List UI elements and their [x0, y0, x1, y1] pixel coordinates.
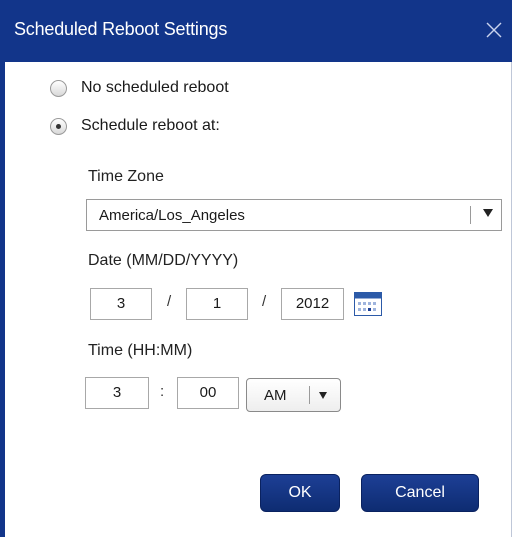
date-year-input[interactable]: 2012	[281, 288, 344, 320]
calendar-button[interactable]	[354, 292, 382, 316]
close-button[interactable]	[476, 12, 512, 48]
radio-label-schedule: Schedule reboot at:	[81, 117, 220, 134]
select-divider	[470, 206, 471, 224]
time-hour-input[interactable]: 3	[85, 377, 149, 409]
time-minute-input[interactable]: 00	[177, 377, 239, 409]
radio-button-schedule[interactable]	[50, 117, 67, 135]
dialog-titlebar: Scheduled Reboot Settings	[0, 0, 512, 62]
radio-schedule-reboot[interactable]: Schedule reboot at:	[50, 115, 220, 137]
time-label: Time (HH:MM)	[88, 342, 193, 359]
close-icon	[486, 22, 502, 38]
date-day-input[interactable]: 1	[186, 288, 248, 320]
time-separator: :	[160, 383, 165, 400]
radio-no-scheduled-reboot[interactable]: No scheduled reboot	[50, 77, 229, 99]
date-label: Date (MM/DD/YYYY)	[88, 252, 239, 269]
chevron-down-icon	[483, 209, 493, 217]
date-separator: /	[167, 293, 172, 310]
select-divider	[309, 386, 310, 404]
calendar-icon	[354, 292, 382, 316]
timezone-value: America/Los_Angeles	[99, 207, 245, 224]
radio-button-no-reboot[interactable]	[50, 79, 67, 97]
cancel-button[interactable]: Cancel	[361, 474, 479, 512]
date-month-input[interactable]: 3	[90, 288, 152, 320]
date-separator: /	[262, 293, 267, 310]
scheduled-reboot-dialog: Scheduled Reboot Settings No scheduled r…	[0, 0, 512, 537]
dialog-left-border	[0, 62, 5, 537]
ampm-value: AM	[264, 387, 287, 404]
dialog-title: Scheduled Reboot Settings	[14, 19, 228, 39]
ok-button[interactable]: OK	[260, 474, 340, 512]
radio-label-no-reboot: No scheduled reboot	[81, 79, 229, 96]
chevron-down-icon	[319, 392, 327, 399]
ampm-select[interactable]: AM	[246, 378, 341, 412]
timezone-label: Time Zone	[88, 168, 164, 185]
timezone-select[interactable]: America/Los_Angeles	[86, 199, 502, 231]
